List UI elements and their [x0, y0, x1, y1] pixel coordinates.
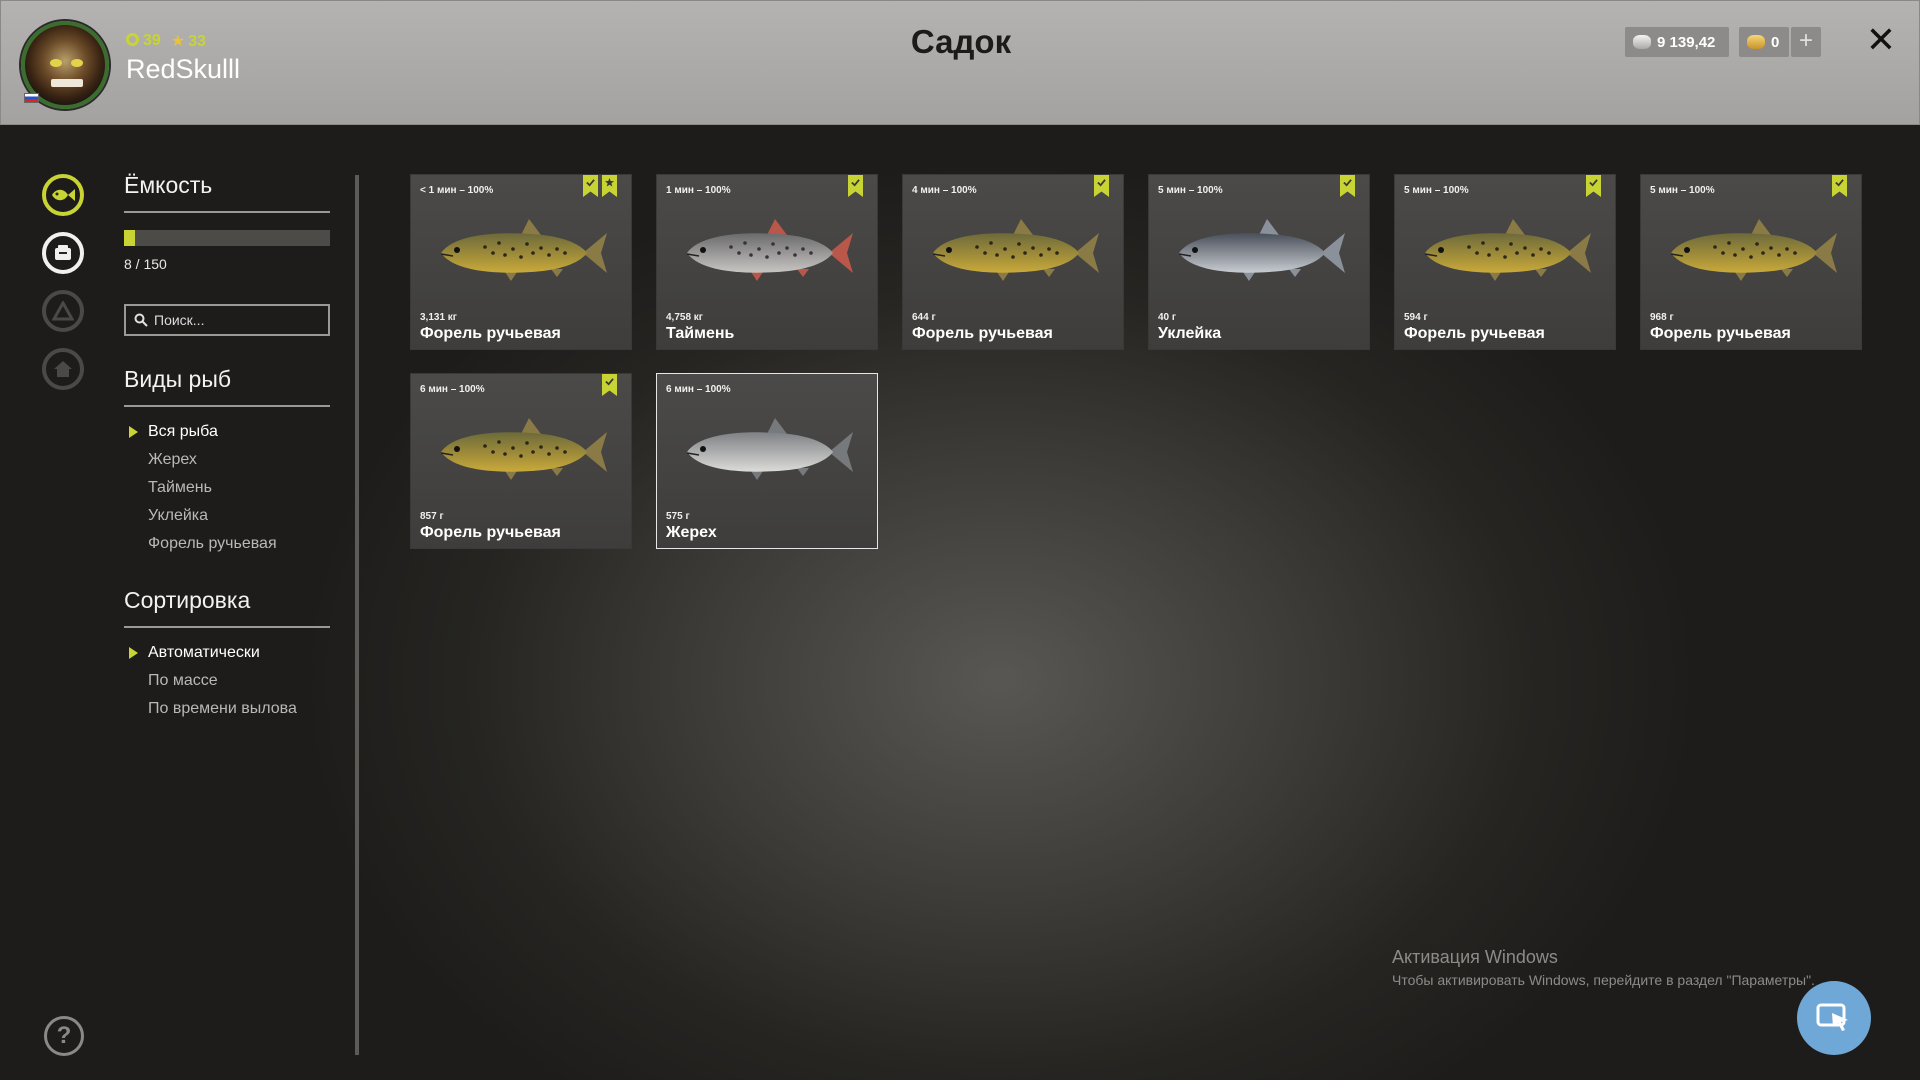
fish-card[interactable]: 5 мин – 100% 40 г Уклейка	[1148, 174, 1370, 350]
fish-card[interactable]: < 1 мин – 100% 3,131 кг Форель ручьевая	[410, 174, 632, 350]
fish-card[interactable]: 1 мин – 100% 4,758 кг Таймень	[656, 174, 878, 350]
house-glyph-icon	[54, 361, 72, 377]
fish-weight: 594 г	[1404, 312, 1428, 323]
cursor-mode-button[interactable]	[1797, 981, 1871, 1055]
favorite-star-icon[interactable]	[602, 175, 617, 197]
help-button[interactable]: ?	[44, 1016, 84, 1056]
fish-image	[1178, 219, 1345, 281]
bookmark-check-icon[interactable]	[1586, 175, 1601, 197]
silver-balance: 9 139,42	[1625, 27, 1729, 57]
species-title: Виды рыб	[124, 366, 232, 392]
species-filter-item[interactable]: Уклейка	[148, 502, 277, 530]
windows-activation-watermark: Активация Windows Чтобы активировать Win…	[1392, 947, 1815, 988]
capacity-progress-bar	[124, 230, 330, 246]
bookmark-check-icon[interactable]	[1340, 175, 1355, 197]
fish-image	[1424, 219, 1591, 281]
fish-name: Форель ручьевая	[912, 325, 1053, 342]
capacity-title: Ёмкость	[124, 172, 213, 198]
fish-image	[1670, 219, 1837, 281]
search-icon	[134, 313, 148, 327]
species-filter-item[interactable]: Вся рыба	[129, 418, 277, 446]
bookmark-check-icon[interactable]	[1094, 175, 1109, 197]
sort-option-item[interactable]: По времени вылова	[148, 695, 297, 723]
divider	[124, 211, 330, 213]
gold-balance: 0	[1739, 27, 1789, 57]
divider	[124, 626, 330, 628]
country-flag-icon	[24, 93, 39, 103]
sidebar-divider	[355, 175, 359, 1055]
bookmark-check-icon[interactable]	[602, 374, 617, 396]
fish-weight: 4,758 кг	[666, 312, 703, 323]
tent-glyph-icon	[52, 301, 74, 321]
catch-time: 5 мин – 100%	[1404, 185, 1469, 196]
fish-name: Форель ручьевая	[1404, 325, 1545, 342]
capacity-count: 8 / 150	[124, 256, 167, 272]
gold-value: 0	[1771, 33, 1780, 51]
fish-image	[686, 418, 853, 480]
bookmark-check-icon[interactable]	[848, 175, 863, 197]
fish-card[interactable]: 6 мин – 100% 857 г Форель ручьевая	[410, 373, 632, 549]
silver-coin-icon	[1633, 35, 1651, 49]
fish-card[interactable]: 6 мин – 100% 575 г Жерех	[656, 373, 878, 549]
search-field[interactable]	[124, 304, 330, 336]
species-filter-item[interactable]: Таймень	[148, 474, 277, 502]
fish-name: Форель ручьевая	[420, 325, 561, 342]
catch-time: 6 мин – 100%	[420, 384, 485, 395]
fish-card[interactable]: 5 мин – 100% 594 г Форель ручьевая	[1394, 174, 1616, 350]
species-filter-item[interactable]: Жерех	[148, 446, 277, 474]
sort-option-item[interactable]: Автоматически	[129, 639, 297, 667]
fish-weight: 40 г	[1158, 312, 1177, 323]
sort-option-item[interactable]: По массе	[148, 667, 297, 695]
home-icon	[42, 348, 84, 390]
fish-name: Форель ручьевая	[1650, 325, 1791, 342]
fish-weight: 644 г	[912, 312, 936, 323]
bookmark-check-icon[interactable]	[583, 175, 598, 197]
sort-options-list: Автоматически По массе По времени вылова	[129, 639, 297, 723]
bookmark-check-icon[interactable]	[1832, 175, 1847, 197]
catch-time: 5 мин – 100%	[1158, 185, 1223, 196]
catch-time: 4 мин – 100%	[912, 185, 977, 196]
capacity-progress-fill	[124, 230, 135, 246]
fish-name: Форель ручьевая	[420, 524, 561, 541]
gold-coin-icon	[1747, 35, 1765, 49]
catch-time: 6 мин – 100%	[666, 384, 731, 395]
cursor-window-icon	[1816, 1003, 1848, 1031]
avatar-mouth	[51, 79, 83, 87]
fish-name: Уклейка	[1158, 325, 1222, 342]
fish-image	[440, 418, 607, 480]
fish-glyph-icon	[52, 189, 75, 201]
fish-weight: 968 г	[1650, 312, 1674, 323]
catch-time: 5 мин – 100%	[1650, 185, 1715, 196]
fish-weight: 3,131 кг	[420, 312, 457, 323]
catch-time: 1 мин – 100%	[666, 185, 731, 196]
chest-glyph-icon	[55, 245, 71, 260]
keepnet-fish-icon[interactable]	[42, 174, 84, 216]
activation-text: Чтобы активировать Windows, перейдите в …	[1392, 972, 1815, 988]
storage-icon[interactable]	[42, 232, 84, 274]
activation-title: Активация Windows	[1392, 947, 1558, 967]
camp-icon	[42, 290, 84, 332]
fish-weight: 575 г	[666, 511, 690, 522]
fish-weight: 857 г	[420, 511, 444, 522]
species-filter-list: Вся рыба Жерех Таймень Уклейка Форель ручьев…	[129, 418, 277, 558]
fish-name: Таймень	[666, 325, 735, 342]
fish-name: Жерех	[666, 524, 717, 541]
add-currency-button[interactable]: +	[1791, 27, 1821, 57]
fish-image	[932, 219, 1099, 281]
divider	[124, 405, 330, 407]
silver-value: 9 139,42	[1657, 33, 1716, 51]
fish-card[interactable]: 4 мин – 100% 644 г Форель ручьевая	[902, 174, 1124, 350]
fish-image	[440, 219, 607, 281]
close-button[interactable]: ✕	[1863, 19, 1899, 61]
catch-time: < 1 мин – 100%	[420, 185, 494, 196]
fish-card[interactable]: 5 мин – 100% 968 г Форель ручьевая	[1640, 174, 1862, 350]
search-input[interactable]	[154, 312, 314, 328]
top-bar: 39 ★ 33 RedSkulll Садок 9 139,42 0 + ✕	[0, 0, 1920, 125]
fish-image	[686, 219, 853, 281]
sort-title: Сортировка	[124, 587, 251, 613]
species-filter-item[interactable]: Форель ручьевая	[148, 530, 277, 558]
